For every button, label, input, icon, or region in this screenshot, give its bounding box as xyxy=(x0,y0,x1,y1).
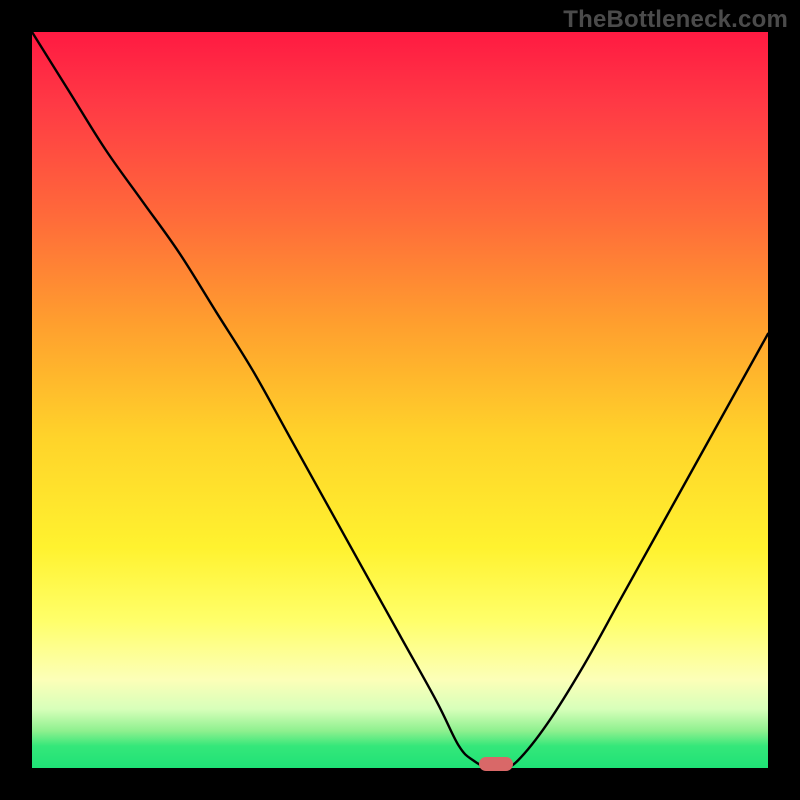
watermark-text: TheBottleneck.com xyxy=(563,6,788,34)
minimum-marker xyxy=(479,757,513,771)
chart-frame: TheBottleneck.com xyxy=(0,0,800,800)
plot-area xyxy=(32,32,768,768)
bottleneck-curve xyxy=(32,32,768,768)
